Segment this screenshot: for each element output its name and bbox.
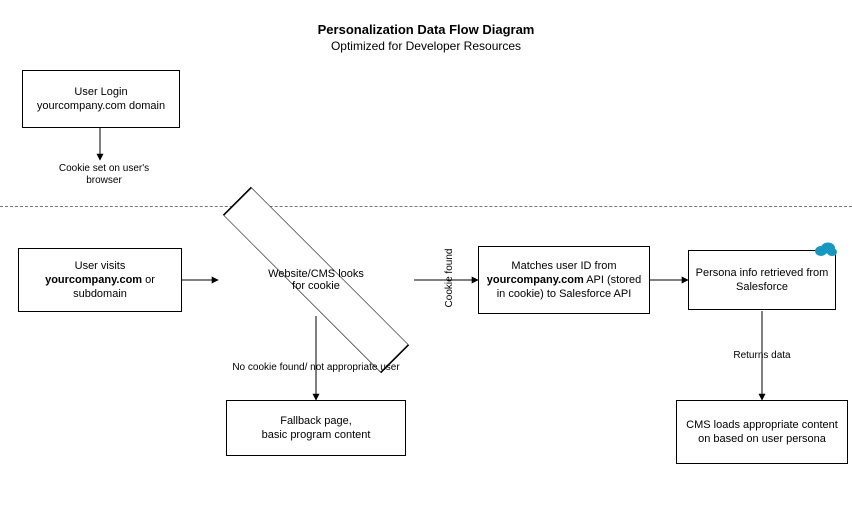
title-sub: Optimized for Developer Resources — [0, 39, 852, 53]
node-fallback: Fallback page, basic program content — [226, 400, 406, 456]
node-match-bold: yourcompany.com — [487, 274, 584, 286]
node-user-login-line2: yourcompany.com domain — [37, 100, 165, 112]
node-match-pre: Matches user ID from — [511, 260, 616, 272]
diagram-title: Personalization Data Flow Diagram Optimi… — [0, 22, 852, 53]
node-decision-label: Website/CMS looks for cookie — [264, 268, 368, 292]
title-main: Personalization Data Flow Diagram — [0, 22, 852, 37]
node-persona: Persona info retrieved from Salesforce — [688, 250, 836, 310]
node-user-visits-bold: yourcompany.com — [45, 274, 142, 286]
node-decision: Website/CMS looks for cookie — [246, 244, 386, 316]
node-user-visits-line1: User visits — [75, 260, 126, 272]
edge-label-cookie-set: Cookie set on user's browser — [44, 163, 164, 187]
node-cms-load-label: CMS loads appropriate content on based o… — [686, 419, 838, 445]
diagram-canvas: Personalization Data Flow Diagram Optimi… — [0, 0, 852, 513]
node-user-login-line1: User Login — [74, 86, 127, 98]
node-user-login: User Login yourcompany.com domain — [22, 70, 180, 128]
edge-label-cookie-found: Cookie found — [444, 248, 456, 308]
node-user-visits: User visits yourcompany.com or subdomain — [18, 248, 182, 312]
edge-label-returns-data: Returns data — [728, 350, 796, 362]
node-cms-load: CMS loads appropriate content on based o… — [676, 400, 848, 464]
node-match: Matches user ID from yourcompany.com API… — [478, 246, 650, 314]
edge-label-no-cookie: No cookie found/ not appropriate user — [206, 362, 426, 374]
divider-dashed — [0, 206, 852, 207]
node-persona-label: Persona info retrieved from Salesforce — [696, 267, 829, 293]
